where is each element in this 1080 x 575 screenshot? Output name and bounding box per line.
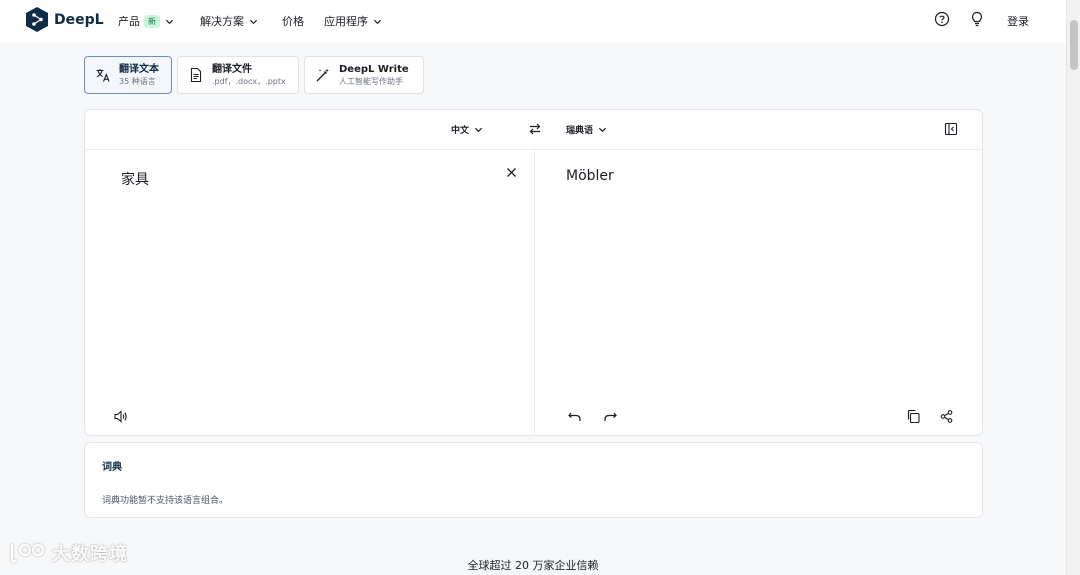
mode-title: 翻译文件 [212, 64, 252, 75]
nav-item-apps[interactable]: 应用程序 [324, 13, 382, 29]
chevron-down-icon [165, 19, 174, 24]
nav-item-label: 产品 [118, 15, 140, 28]
page: DeepL 产品 新 解决方案 价格 应用程序 登录 翻译文本 35 种语言 翻… [0, 0, 1066, 575]
target-language-label: 瑞典语 [566, 126, 594, 136]
source-language-label: 中文 [451, 126, 470, 136]
deepl-logo[interactable]: DeepL [26, 7, 104, 32]
tab-translate-text[interactable]: 翻译文本 35 种语言 [84, 56, 172, 94]
chevron-down-icon [249, 19, 258, 24]
nav-item-product[interactable]: 产品 新 [118, 13, 174, 29]
redo-icon[interactable] [603, 409, 618, 424]
mode-subtitle: 35 种语言 [119, 77, 156, 86]
side-panel-icon[interactable] [944, 122, 958, 136]
tab-translate-files[interactable]: 翻译文件 .pdf，.docx，.pptx [177, 56, 299, 94]
page-scrollbar[interactable] [1066, 0, 1080, 575]
translate-icon [96, 69, 110, 82]
copy-icon[interactable] [906, 409, 921, 424]
speaker-icon[interactable] [113, 409, 128, 424]
magic-wand-icon [316, 68, 329, 82]
watermark-text: 大数跨境 [52, 544, 128, 565]
language-bar: 中文 瑞典语 [85, 110, 982, 150]
mode-tabs: 翻译文本 35 种语言 翻译文件 .pdf，.docx，.pptx DeepL … [84, 56, 424, 94]
source-language-select[interactable]: 中文 [451, 123, 483, 136]
undo-icon[interactable] [567, 409, 582, 424]
target-language-select[interactable]: 瑞典语 [566, 123, 607, 136]
trust-text: 全球超过 20 万家企业信赖 [467, 559, 599, 572]
mode-subtitle: .pdf，.docx，.pptx [212, 77, 286, 86]
chevron-down-icon [373, 19, 382, 24]
watermark: 大数跨境 [8, 540, 128, 566]
nav-item-label: 价格 [282, 15, 304, 28]
source-text-input[interactable]: 家具 [121, 169, 149, 189]
mode-title: 翻译文本 [119, 64, 159, 75]
panel-divider [534, 150, 535, 436]
brand-name: DeepL [54, 11, 104, 28]
nav-item-solutions[interactable]: 解决方案 [200, 13, 258, 29]
scrollbar-thumb[interactable] [1070, 20, 1078, 70]
watermark-logo-icon [10, 543, 45, 563]
close-icon[interactable] [505, 166, 518, 179]
mode-title: DeepL Write [339, 64, 409, 75]
chevron-down-icon [598, 127, 607, 133]
swap-languages-icon[interactable] [528, 122, 542, 136]
deepl-logo-icon [26, 7, 48, 32]
dictionary-title: 词典 [102, 462, 122, 473]
target-text-output[interactable]: Möbler [566, 168, 614, 184]
mode-subtitle: 人工智能写作助手 [339, 77, 403, 86]
document-icon [190, 67, 202, 83]
top-nav: DeepL 产品 新 解决方案 价格 应用程序 登录 [0, 0, 1066, 42]
nav-item-pricing[interactable]: 价格 [282, 13, 304, 29]
nav-item-label: 应用程序 [324, 15, 368, 28]
translator-card: 中文 瑞典语 家具 Möbler [84, 109, 983, 436]
nav-item-label: 解决方案 [200, 15, 244, 28]
tab-deepl-write[interactable]: DeepL Write 人工智能写作助手 [304, 56, 424, 94]
new-badge: 新 [144, 14, 160, 28]
login-link[interactable]: 登录 [1007, 13, 1029, 29]
dictionary-note: 词典功能暂不支持该语言组合。 [102, 496, 229, 506]
chevron-down-icon [474, 127, 483, 133]
lightbulb-icon[interactable] [969, 11, 985, 27]
share-icon[interactable] [939, 409, 954, 424]
help-icon[interactable] [934, 11, 950, 27]
dictionary-card: 词典 词典功能暂不支持该语言组合。 [84, 442, 983, 518]
